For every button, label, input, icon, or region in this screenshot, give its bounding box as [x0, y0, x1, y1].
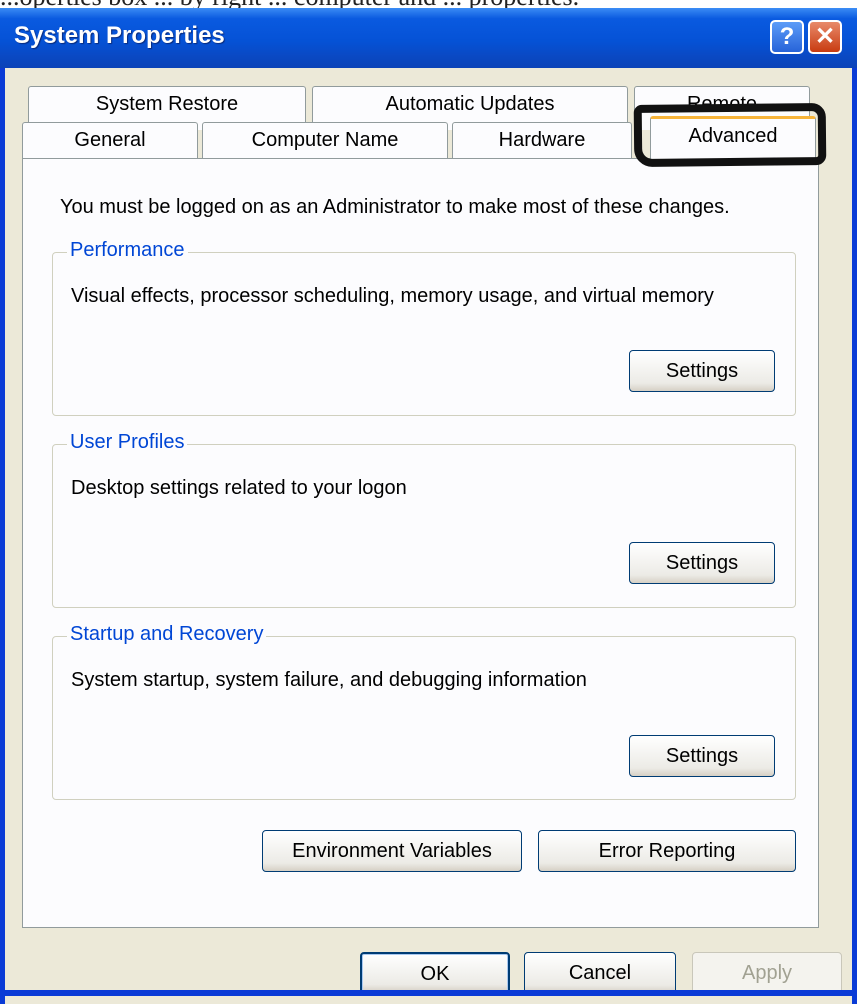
cancel-button[interactable]: Cancel [524, 952, 676, 994]
tab-label: Computer Name [251, 129, 399, 151]
group-user-profiles: User Profiles Desktop settings related t… [52, 431, 796, 608]
group-performance: Performance Visual effects, processor sc… [52, 239, 796, 416]
tab-label: Hardware [498, 129, 586, 151]
environment-variables-button[interactable]: Environment Variables [262, 830, 522, 872]
tab-label: System Restore [95, 93, 239, 115]
tab-label: General [74, 129, 146, 151]
group-description: Visual effects, processor scheduling, me… [71, 285, 714, 307]
group-startup-recovery: Startup and Recovery System startup, sys… [52, 623, 796, 800]
handdrawn-highlight-ring [633, 102, 827, 168]
admin-notice: You must be logged on as an Administrato… [60, 196, 730, 218]
apply-button[interactable]: Apply [692, 952, 842, 994]
close-button[interactable]: ✕ [808, 20, 842, 54]
group-title: Performance [67, 239, 188, 262]
background-caption-fragment: ...operties box ... by right ... compute… [0, 0, 857, 8]
group-title: Startup and Recovery [67, 623, 267, 646]
title-bar[interactable]: System Properties ? ✕ [0, 8, 857, 68]
performance-settings-button[interactable]: Settings [629, 350, 775, 392]
error-reporting-button[interactable]: Error Reporting [538, 830, 796, 872]
startup-recovery-settings-button[interactable]: Settings [629, 735, 775, 777]
help-icon: ? [779, 23, 795, 50]
group-description: System startup, system failure, and debu… [71, 669, 587, 691]
tab-label: Automatic Updates [385, 93, 555, 115]
close-icon: ✕ [814, 23, 836, 50]
group-description: Desktop settings related to your logon [71, 477, 407, 499]
help-button[interactable]: ? [770, 20, 804, 54]
group-title: User Profiles [67, 431, 188, 454]
window-bottom-border [0, 990, 852, 996]
window-title: System Properties [14, 22, 225, 49]
user-profiles-settings-button[interactable]: Settings [629, 542, 775, 584]
ok-button[interactable]: OK [360, 952, 510, 994]
